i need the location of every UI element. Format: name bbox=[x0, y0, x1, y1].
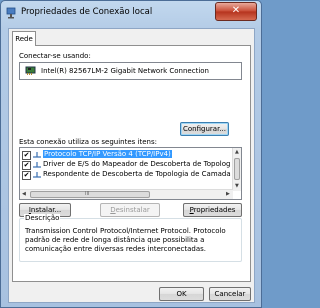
protocol-icon bbox=[33, 172, 41, 178]
window-title: Propriedades de Conexão local bbox=[21, 7, 153, 17]
network-adapter-icon bbox=[25, 66, 36, 75]
item-label: Driver de E/S do Mapeador de Descoberta … bbox=[43, 160, 231, 168]
cancel-button[interactable]: Cancelar bbox=[209, 287, 251, 301]
description-text: Transmission Control Protocol/Internet P… bbox=[25, 227, 226, 253]
checkmark-icon: ✔ bbox=[23, 151, 30, 159]
properties-label-post: ropriedades bbox=[193, 206, 236, 214]
adapter-field: Intel(R) 82567LM-2 Gigabit Network Conne… bbox=[19, 62, 242, 80]
close-icon: ✕ bbox=[231, 5, 241, 16]
properties-button[interactable]: Propriedades bbox=[183, 203, 242, 217]
ok-button-label: OK bbox=[176, 290, 187, 298]
ok-button[interactable]: OK bbox=[159, 287, 204, 301]
uninstall-button[interactable]: Desinstalar bbox=[100, 203, 160, 217]
cancel-button-label: Cancelar bbox=[214, 290, 246, 298]
protocol-icon bbox=[33, 152, 41, 158]
tab-panel-rede: Conectar-se usando: Intel(R) 82567LM-2 G… bbox=[12, 45, 251, 282]
protocol-icon bbox=[33, 162, 41, 168]
configure-button-label: Configurar... bbox=[183, 125, 226, 133]
horizontal-scroll-thumb[interactable]: III bbox=[30, 191, 150, 198]
tab-label: Rede bbox=[15, 35, 33, 43]
horizontal-scrollbar[interactable]: ◀ III ▶ bbox=[20, 189, 233, 199]
network-connection-icon bbox=[6, 7, 16, 19]
description-group: Descrição Transmission Control Protocol/… bbox=[19, 214, 242, 262]
description-title: Descrição bbox=[24, 214, 61, 222]
install-label-post: nstalar... bbox=[30, 206, 62, 214]
list-item-lltd-mapper[interactable]: ✔ Driver de E/S do Mapeador de Descobert… bbox=[22, 160, 233, 170]
item-label: Protocolo TCP/IP Versão 4 (TCP/IPv4) bbox=[43, 150, 172, 158]
scroll-down-icon[interactable]: ▼ bbox=[235, 183, 239, 189]
item-checkbox[interactable]: ✔ bbox=[22, 151, 31, 160]
vertical-scroll-thumb[interactable] bbox=[234, 158, 240, 180]
title-bar[interactable]: Propriedades de Conexão local ✕ bbox=[1, 1, 261, 25]
scroll-right-icon[interactable]: ▶ bbox=[226, 191, 230, 197]
item-label: Respondente de Descoberta de Topologia d… bbox=[43, 170, 231, 178]
item-checkbox[interactable]: ✔ bbox=[22, 171, 31, 180]
scroll-up-icon[interactable]: ▲ bbox=[235, 149, 239, 155]
adapter-name: Intel(R) 82567LM-2 Gigabit Network Conne… bbox=[41, 67, 209, 75]
checkmark-icon: ✔ bbox=[23, 171, 30, 179]
tab-rede[interactable]: Rede bbox=[12, 31, 36, 46]
properties-dialog: Propriedades de Conexão local ✕ Rede Con… bbox=[0, 0, 262, 308]
uninstall-label-post: esinstalar bbox=[115, 206, 150, 214]
list-item-tcpipv4[interactable]: ✔ Protocolo TCP/IP Versão 4 (TCP/IPv4) bbox=[22, 150, 233, 160]
items-list[interactable]: ✔ Protocolo TCP/IP Versão 4 (TCP/IPv4) ✔… bbox=[19, 147, 242, 200]
scroll-left-icon[interactable]: ◀ bbox=[22, 191, 26, 197]
dialog-client-area: Rede Conectar-se usando: Intel(R) 82567L… bbox=[8, 28, 255, 303]
item-checkbox[interactable]: ✔ bbox=[22, 161, 31, 170]
close-button[interactable]: ✕ bbox=[215, 2, 257, 21]
connect-using-label: Conectar-se usando: bbox=[19, 52, 91, 60]
vertical-scrollbar[interactable]: ▲ ▼ bbox=[232, 148, 241, 191]
scroll-grip-icon: III bbox=[85, 191, 90, 197]
checkmark-icon: ✔ bbox=[23, 161, 30, 169]
list-item-lltd-responder[interactable]: ✔ Respondente de Descoberta de Topologia… bbox=[22, 170, 233, 180]
configure-button[interactable]: Configurar... bbox=[180, 122, 229, 136]
items-label: Esta conexão utiliza os seguintes itens: bbox=[19, 138, 157, 146]
